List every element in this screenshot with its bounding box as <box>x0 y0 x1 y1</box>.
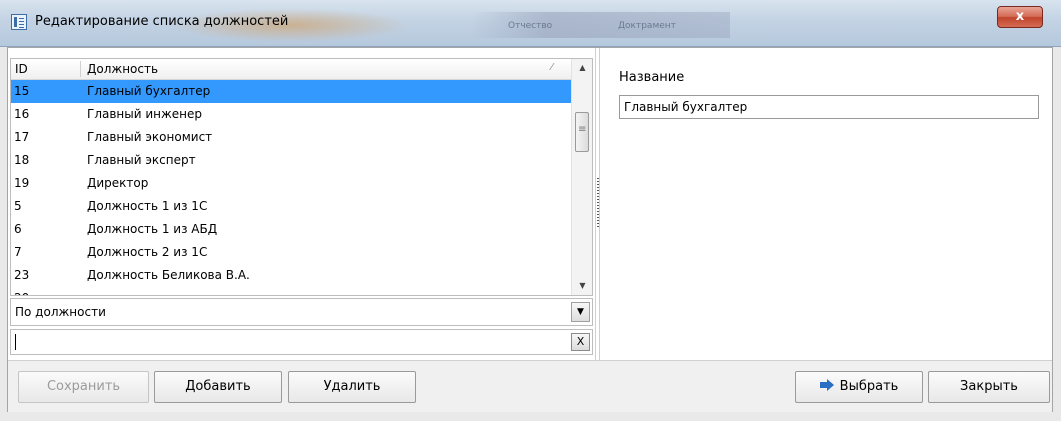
positions-panel: ID Должность ⁄ 15 Главный бухгалтер 16 Глав… <box>8 48 595 360</box>
dialog-body: ID Должность ⁄ 15 Главный бухгалтер 16 Глав… <box>7 47 1053 412</box>
save-button[interactable]: Сохранить <box>18 371 149 403</box>
cell-position: Должность 1 из 1С <box>87 199 208 213</box>
window-list-icon <box>11 14 27 30</box>
table-row[interactable]: 16 Главный инженер <box>11 103 571 126</box>
table-row[interactable]: 7 Должность 2 из 1С <box>11 241 571 264</box>
add-button[interactable]: Добавить <box>154 371 282 403</box>
filter-mode-value: По должности <box>15 305 106 319</box>
cell-id: 16 <box>14 107 30 121</box>
window-title: Редактирование списка должностей <box>35 14 289 29</box>
scroll-up-arrow-icon[interactable]: ▲ <box>572 59 592 77</box>
cell-position: Главный эксперт <box>87 153 196 167</box>
sort-indicator-icon: ⁄ <box>551 62 553 73</box>
cell-position: Должность Беликова В.А. <box>87 268 250 282</box>
arrow-right-icon <box>819 379 834 391</box>
name-field-label: Название <box>619 70 685 85</box>
table-row[interactable]: 18 Главный эксперт <box>11 149 571 172</box>
cell-id: 17 <box>14 130 30 144</box>
splitter-grip-icon[interactable] <box>597 178 599 228</box>
close-window-button[interactable]: x <box>997 6 1043 28</box>
table-row[interactable]: 15 Главный бухгалтер <box>11 80 571 103</box>
cell-id: 23 <box>14 268 30 282</box>
cell-position: Директор <box>87 176 149 190</box>
delete-button[interactable]: Удалить <box>288 371 416 403</box>
table-row[interactable]: 19 Директор <box>11 172 571 195</box>
grid-header: ID Должность ⁄ <box>11 59 571 80</box>
select-button-label: Выбрать <box>839 379 899 394</box>
table-row[interactable]: 20 должность позова <box>11 287 571 295</box>
column-header-position[interactable]: Должность <box>87 62 158 76</box>
table-row[interactable]: 23 Должность Беликова В.А. <box>11 264 571 287</box>
grid-vertical-scrollbar[interactable]: ▲ ▼ <box>571 59 592 295</box>
details-panel: Название Главный бухгалтер <box>600 48 1052 360</box>
table-row[interactable]: 17 Главный экономист <box>11 126 571 149</box>
column-separator[interactable] <box>80 61 81 77</box>
clear-search-button[interactable]: X <box>571 333 590 351</box>
cell-position: Главный бухгалтер <box>87 84 211 98</box>
cell-position: Главный экономист <box>87 130 213 144</box>
grid-rows: 15 Главный бухгалтер 16 Главный инженер 17 Гл… <box>11 80 571 295</box>
text-caret <box>15 334 16 350</box>
scroll-thumb[interactable] <box>575 112 589 152</box>
cell-id: 18 <box>14 153 30 167</box>
cell-position: должность позова <box>87 291 204 295</box>
table-row[interactable]: 6 Должность 1 из АБД <box>11 218 571 241</box>
filter-mode-select[interactable]: По должности ▼ <box>10 298 593 326</box>
column-header-id[interactable]: ID <box>15 62 28 76</box>
cell-position: Должность 2 из 1С <box>87 245 208 259</box>
background-ghost-label: Доктрамент <box>618 21 676 31</box>
cell-id: 19 <box>14 176 30 190</box>
table-row[interactable]: 5 Должность 1 из 1С <box>11 195 571 218</box>
cell-id: 20 <box>14 291 29 295</box>
cell-id: 6 <box>14 222 22 236</box>
cell-position: Главный инженер <box>87 107 203 121</box>
cell-position: Должность 1 из АБД <box>87 222 218 236</box>
title-bar: Отчество Доктрамент Редактирование списк… <box>0 0 1061 47</box>
cell-id: 7 <box>14 245 22 259</box>
cell-id: 5 <box>14 199 22 213</box>
name-field[interactable]: Главный бухгалтер <box>619 95 1039 119</box>
chevron-down-icon[interactable]: ▼ <box>571 302 590 322</box>
button-bar: Сохранить Добавить Удалить Выбрать Закры… <box>8 360 1052 412</box>
positions-grid: ID Должность ⁄ 15 Главный бухгалтер 16 Глав… <box>10 58 593 296</box>
search-input[interactable]: X <box>10 329 593 355</box>
close-button[interactable]: Закрыть <box>928 371 1050 403</box>
background-ghost-label: Отчество <box>508 21 553 31</box>
cell-id: 15 <box>14 84 30 98</box>
scroll-down-arrow-icon[interactable]: ▼ <box>572 277 592 295</box>
select-button[interactable]: Выбрать <box>795 371 923 403</box>
